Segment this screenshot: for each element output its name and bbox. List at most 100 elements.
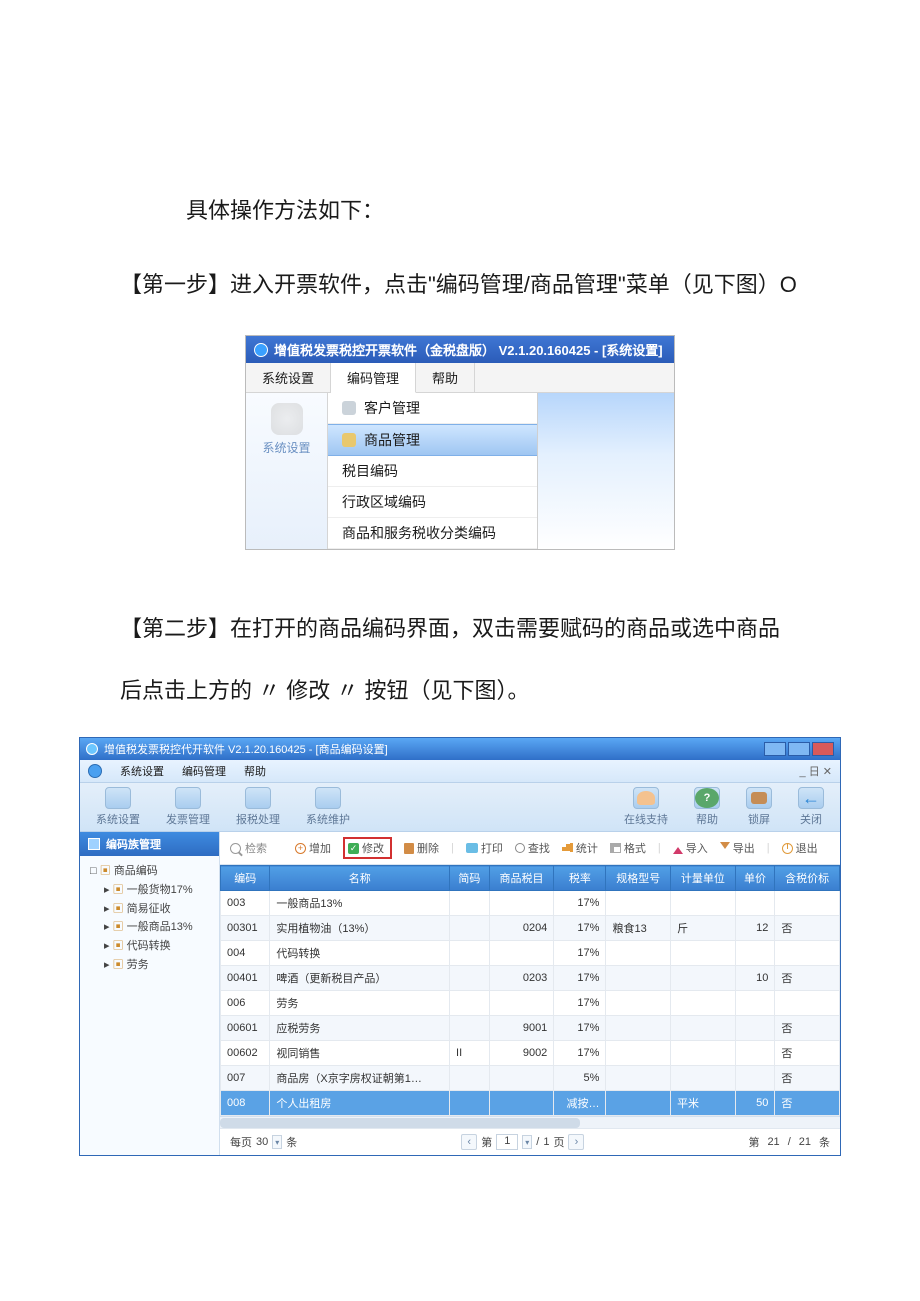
cell-taxitem (489, 891, 554, 916)
menu-code-management[interactable]: 编码管理 (331, 363, 416, 393)
col-code[interactable]: 编码 (221, 866, 270, 891)
tool-close[interactable]: 关闭 (798, 787, 824, 827)
sidebar-system-settings[interactable]: 系统设置 (246, 393, 328, 549)
export-button[interactable]: 导出 (720, 840, 755, 856)
next-page-button[interactable]: › (568, 1134, 584, 1150)
cell-unit (671, 1041, 736, 1066)
col-incl[interactable]: 含税价标 (775, 866, 840, 891)
menu-help[interactable]: 帮助 (244, 763, 266, 779)
cell-unit (671, 1016, 736, 1041)
menu-item-product[interactable]: 商品管理 (328, 424, 537, 456)
folder-icon: ▣ (100, 865, 111, 877)
tree-root[interactable]: ▣ 商品编码 (90, 862, 213, 881)
plus-icon: + (295, 843, 306, 854)
tree-node[interactable]: ▣ 简易征收 (90, 900, 213, 919)
code-tree: ▣ 商品编码 ▣ 一般货物17% ▣ 简易征收 ▣ 一般商品13% ▣ 代码转换… (80, 856, 219, 980)
cell-rate: 17% (554, 1016, 606, 1041)
import-button[interactable]: 导入 (673, 840, 708, 856)
table-row[interactable]: 00301实用植物油（13%）020417%粮食13斤12否 (221, 916, 840, 941)
tool-help[interactable]: 帮助 (694, 787, 720, 827)
table-row[interactable]: 00401啤酒（更新税目产品）020317%10否 (221, 966, 840, 991)
menu-item-taxitem[interactable]: 税目编码 (328, 456, 537, 487)
format-button[interactable]: 格式 (610, 840, 646, 856)
cell-short (450, 1016, 490, 1041)
exit-button[interactable]: 退出 (782, 840, 818, 856)
maximize-button[interactable] (788, 742, 810, 756)
page-number-input[interactable]: 1 (496, 1134, 518, 1150)
scrollbar-thumb[interactable] (220, 1118, 580, 1128)
tree-node[interactable]: ▣ 一般货物17% (90, 881, 213, 900)
tree-node[interactable]: ▣ 一般商品13% (90, 918, 213, 937)
tool-label: 系统设置 (96, 811, 140, 827)
col-name[interactable]: 名称 (270, 866, 450, 891)
tree-label: 一般货物17% (127, 884, 193, 896)
person-icon (342, 401, 356, 415)
tool-online-support[interactable]: 在线支持 (624, 787, 668, 827)
print-button[interactable]: 打印 (466, 840, 503, 856)
tool-invoice-management[interactable]: 发票管理 (166, 787, 210, 827)
minimize-button[interactable] (764, 742, 786, 756)
tree-node[interactable]: ▣ 劳务 (90, 956, 213, 975)
power-icon (782, 843, 793, 854)
tool-system-settings[interactable]: 系统设置 (96, 787, 140, 827)
menu-item-taxclass[interactable]: 商品和服务税收分类编码 (328, 518, 537, 549)
menu-code-management[interactable]: 编码管理 (182, 763, 226, 779)
find-button[interactable]: 查找 (515, 840, 550, 856)
table-row[interactable]: 007商品房（X京字房权证朝第1…5%否 (221, 1066, 840, 1091)
col-unit[interactable]: 计量单位 (671, 866, 736, 891)
prev-page-button[interactable]: ‹ (461, 1134, 477, 1150)
btn-label: 格式 (624, 840, 646, 856)
folder-icon: ▣ (113, 884, 124, 896)
col-taxitem[interactable]: 商品税目 (489, 866, 554, 891)
table-row[interactable]: 00601应税劳务900117%否 (221, 1016, 840, 1041)
cell-code: 004 (221, 941, 270, 966)
search-button[interactable]: 检索 (230, 840, 267, 856)
menu-item-region[interactable]: 行政区域编码 (328, 487, 537, 518)
tool-system-maintenance[interactable]: 系统维护 (306, 787, 350, 827)
btn-label: 导出 (733, 840, 755, 856)
narration-step1: 【第一步】进入开票软件，点击"编码管理/商品管理"菜单（见下图）O (120, 254, 800, 316)
pager-label: 条 (286, 1134, 297, 1150)
menu-system-settings[interactable]: 系统设置 (246, 363, 331, 392)
table-row[interactable]: 00602视同销售II900217%否 (221, 1041, 840, 1066)
tree-node[interactable]: ▣ 代码转换 (90, 937, 213, 956)
menu-help[interactable]: 帮助 (416, 363, 475, 392)
menubar: 系统设置 编码管理 帮助 (246, 363, 674, 393)
col-rate[interactable]: 税率 (554, 866, 606, 891)
horizontal-scrollbar[interactable] (220, 1116, 840, 1128)
table-row[interactable]: 008个人出租房减按…平米50否 (221, 1091, 840, 1116)
modify-button[interactable]: ✓修改 (343, 837, 392, 859)
col-spec[interactable]: 规格型号 (606, 866, 671, 891)
cell-incl: 否 (775, 1066, 840, 1091)
menu-system-settings[interactable]: 系统设置 (120, 763, 164, 779)
per-page-dropdown[interactable]: ▾ (272, 1135, 282, 1149)
tree-label: 劳务 (127, 959, 149, 971)
tool-lock-screen[interactable]: 锁屏 (746, 787, 772, 827)
pager-label: 每页 (230, 1134, 252, 1150)
cell-price (735, 991, 775, 1016)
col-price[interactable]: 单价 (735, 866, 775, 891)
grid-header-row: 编码 名称 简码 商品税目 税率 规格型号 计量单位 单价 含税价标 (221, 866, 840, 891)
table-row[interactable]: 004代码转换17% (221, 941, 840, 966)
cell-incl (775, 941, 840, 966)
cell-rate: 17% (554, 966, 606, 991)
delete-button[interactable]: 删除 (404, 840, 439, 856)
cell-name: 个人出租房 (270, 1091, 450, 1116)
side-panel-header: 编码族管理 (80, 832, 219, 856)
tool-tax-processing[interactable]: 报税处理 (236, 787, 280, 827)
cell-spec (606, 1016, 671, 1041)
col-short[interactable]: 简码 (450, 866, 490, 891)
cell-spec (606, 1041, 671, 1066)
cell-short (450, 891, 490, 916)
cell-price (735, 1016, 775, 1041)
table-row[interactable]: 006劳务17% (221, 991, 840, 1016)
gear-icon (105, 787, 131, 809)
stats-button[interactable]: 统计 (562, 840, 598, 856)
table-row[interactable]: 003一般商品13%17% (221, 891, 840, 916)
page-dropdown[interactable]: ▾ (522, 1135, 532, 1149)
mdi-controls[interactable]: _ 日 ✕ (800, 763, 832, 779)
add-button[interactable]: +增加 (295, 840, 331, 856)
box-icon (342, 433, 356, 447)
close-button[interactable] (812, 742, 834, 756)
menu-item-customer[interactable]: 客户管理 (328, 393, 537, 424)
